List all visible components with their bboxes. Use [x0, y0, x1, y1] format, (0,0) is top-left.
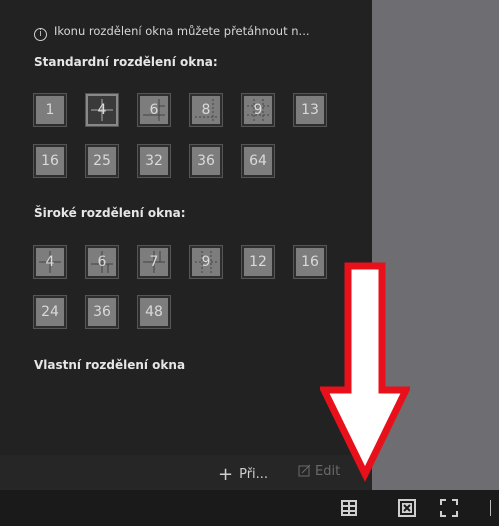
wide-tile-12[interactable]: 12 — [242, 246, 274, 278]
std-tile-16[interactable]: 16 — [34, 145, 66, 177]
edit-icon — [298, 464, 311, 477]
std-tile-64[interactable]: 64 — [242, 145, 274, 177]
wide-tile-48[interactable]: 48 — [138, 296, 170, 328]
info-hint: i Ikonu rozdělení okna můžete přetáhnout … — [34, 24, 310, 41]
std-tile-6[interactable]: 6 — [138, 94, 170, 126]
wide-tile-24[interactable]: 24 — [34, 296, 66, 328]
wide-division-title: Široké rozdělení okna: — [34, 206, 186, 220]
plus-icon: + — [218, 464, 234, 485]
wide-tile-4[interactable]: 4 — [34, 246, 66, 278]
window-division-icon[interactable] — [340, 499, 358, 517]
window-division-panel: i Ikonu rozdělení okna můžete přetáhnout … — [0, 0, 372, 490]
std-tile-4[interactable]: 4 — [86, 94, 118, 126]
add-custom-button[interactable]: + Při... — [218, 464, 268, 485]
std-tile-36[interactable]: 36 — [190, 145, 222, 177]
std-tile-1[interactable]: 1 — [34, 94, 66, 126]
bottom-toolbar — [0, 490, 499, 526]
std-tile-8[interactable]: 8 — [190, 94, 222, 126]
wide-tile-9[interactable]: 9 — [190, 246, 222, 278]
std-tile-13[interactable]: 13 — [294, 94, 326, 126]
wide-tile-36[interactable]: 36 — [86, 296, 118, 328]
std-tile-25[interactable]: 25 — [86, 145, 118, 177]
red-arrow-annotation — [320, 262, 410, 482]
std-tile-32[interactable]: 32 — [138, 145, 170, 177]
standard-division-title: Standardní rozdělení okna: — [34, 55, 218, 69]
close-window-icon[interactable] — [398, 499, 416, 517]
std-tile-9[interactable]: 9 — [242, 94, 274, 126]
wide-tile-7[interactable]: 7 — [138, 246, 170, 278]
wide-tile-6[interactable]: 6 — [86, 246, 118, 278]
info-icon: i — [34, 28, 47, 41]
fullscreen-icon[interactable] — [440, 499, 458, 517]
toolbar-divider — [490, 500, 491, 516]
custom-division-title: Vlastní rozdělení okna — [34, 358, 186, 372]
